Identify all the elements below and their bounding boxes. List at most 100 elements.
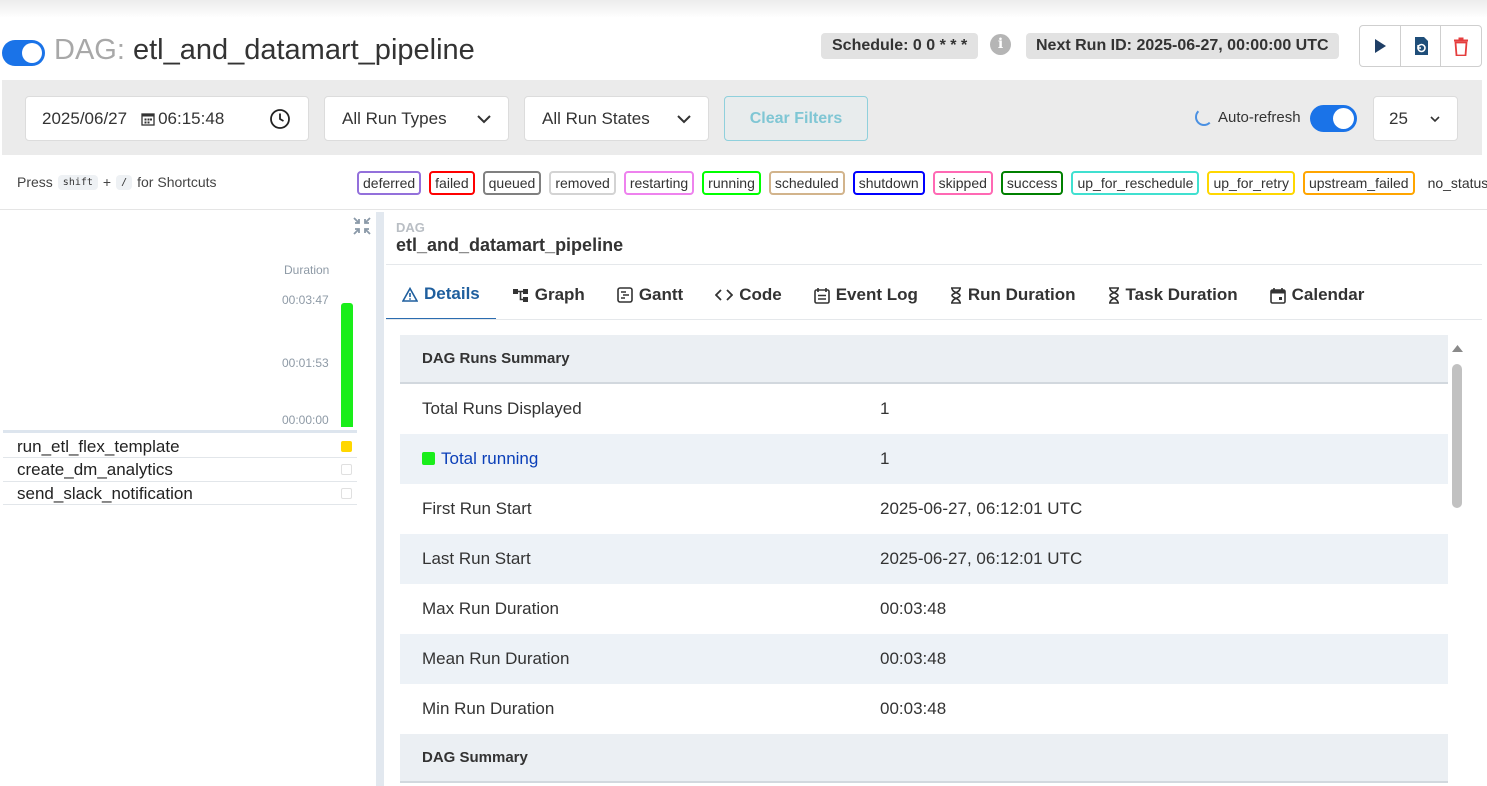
row-value: 1 <box>880 449 890 468</box>
page-title: DAG: etl_and_datamart_pipeline <box>54 34 475 67</box>
state-legend-success[interactable]: success <box>1000 171 1064 195</box>
breadcrumb-label: DAG <box>396 220 425 235</box>
table-row: First Run Start 2025-06-27, 06:12:01 UTC <box>400 484 1448 534</box>
tab-details[interactable]: Details <box>386 270 496 320</box>
state-legend-restarting[interactable]: restarting <box>623 171 695 195</box>
tab-event-log[interactable]: Event Log <box>798 270 934 320</box>
autorefresh-toggle[interactable] <box>1310 105 1357 132</box>
num-runs-select[interactable]: 25 <box>1373 96 1458 141</box>
tab-label: Graph <box>534 285 585 304</box>
duration-tick-zero: 00:00:00 <box>282 413 329 427</box>
scroll-up-arrow-icon[interactable] <box>1451 343 1464 353</box>
state-legend-failed[interactable]: failed <box>429 171 475 195</box>
state-legend-upstream-failed[interactable]: upstream_failed <box>1302 171 1415 195</box>
row-value: 2025-06-27, 06:12:01 UTC <box>880 549 1083 568</box>
table-row: Total running 1 <box>400 434 1448 484</box>
calendar-small-icon <box>141 112 155 126</box>
chevron-down-icon <box>677 115 691 124</box>
state-legend-running[interactable]: running <box>702 171 761 195</box>
legend-row: Press shift + / for Shortcuts deferred fa… <box>0 156 1487 210</box>
pane-resize-handle[interactable] <box>376 212 384 786</box>
task-name-send-slack[interactable]: send_slack_notification <box>17 484 193 504</box>
total-running-link[interactable]: Total running <box>441 449 538 468</box>
base-date-picker[interactable]: 2025/06/27 06:15:48 <box>25 96 309 141</box>
filter-bar: 2025/06/27 06:15:48 All Run Types All Ru… <box>2 80 1482 155</box>
info-icon[interactable]: i <box>990 34 1011 55</box>
clear-filters-button[interactable]: Clear Filters <box>724 96 868 141</box>
top-shadow <box>0 0 1487 18</box>
code-icon <box>715 289 734 301</box>
tab-gantt[interactable]: Gantt <box>601 270 699 320</box>
spinner-icon <box>1195 108 1213 126</box>
duration-tick-top: 00:03:47 <box>282 293 329 307</box>
toggle-knob <box>1333 108 1354 129</box>
row-key: Max Run Duration <box>422 599 560 618</box>
tab-calendar[interactable]: Calendar <box>1254 270 1381 320</box>
shortcuts-hint[interactable]: Press shift + / for Shortcuts <box>17 174 217 190</box>
tabs-divider <box>386 319 1482 320</box>
tab-label: Task Duration <box>1125 285 1238 304</box>
row-divider <box>3 457 357 458</box>
task-instance-status[interactable] <box>341 464 352 475</box>
task-instance-status[interactable] <box>341 441 352 452</box>
tab-graph[interactable]: Graph <box>496 270 601 320</box>
tab-code[interactable]: Code <box>699 270 798 320</box>
table-row: Max Run Duration 00:03:48 <box>400 584 1448 634</box>
state-legend-skipped[interactable]: skipped <box>932 171 993 195</box>
row-key: Min Run Duration <box>422 699 555 718</box>
chevron-down-icon <box>477 115 491 124</box>
breadcrumb-dag-name[interactable]: etl_and_datamart_pipeline <box>396 235 623 256</box>
calendar-icon <box>1269 287 1286 304</box>
table-row: Min Run Duration 00:03:48 <box>400 684 1448 734</box>
row-key-running[interactable]: Total running <box>422 449 538 469</box>
state-legend-removed[interactable]: removed <box>549 171 616 195</box>
event-log-icon <box>813 287 830 304</box>
autorefresh-label-group: Auto-refresh <box>1195 108 1301 126</box>
dag-pause-toggle[interactable] <box>2 40 45 66</box>
kbd-shift: shift <box>57 174 98 190</box>
duration-tick-mid: 00:01:53 <box>282 356 329 370</box>
trigger-dag-button[interactable] <box>1360 26 1401 66</box>
task-name-create-dm[interactable]: create_dm_analytics <box>17 460 173 480</box>
tab-label: Code <box>739 285 782 304</box>
row-value: 00:03:48 <box>880 599 947 618</box>
state-legend-deferred[interactable]: deferred <box>357 171 422 195</box>
run-types-select[interactable]: All Run Types <box>324 96 509 141</box>
state-legend-scheduled[interactable]: scheduled <box>768 171 845 195</box>
row-key: First Run Start <box>422 499 532 518</box>
task-name-run-etl[interactable]: run_etl_flex_template <box>17 437 180 457</box>
state-legend: deferred failed queued removed restarting run… <box>357 171 1487 195</box>
delete-dag-button[interactable] <box>1441 26 1481 66</box>
tab-task-duration[interactable]: Task Duration <box>1092 270 1254 320</box>
run-states-value: All Run States <box>542 108 650 128</box>
tab-run-duration[interactable]: Run Duration <box>934 270 1092 320</box>
num-runs-value: 25 <box>1389 108 1408 128</box>
state-legend-no-status[interactable]: no_status <box>1423 171 1487 195</box>
tab-label: Event Log <box>835 285 918 304</box>
run-duration-bar[interactable] <box>341 303 353 427</box>
state-legend-up-for-reschedule[interactable]: up_for_reschedule <box>1071 171 1200 195</box>
row-value: 00:03:48 <box>880 699 947 718</box>
state-legend-shutdown[interactable]: shutdown <box>852 171 925 195</box>
chevron-down-icon <box>1430 116 1440 123</box>
row-value: 1 <box>880 399 890 418</box>
row-key: Mean Run Duration <box>422 649 570 668</box>
selection-line <box>3 430 357 433</box>
state-legend-up-for-retry[interactable]: up_for_retry <box>1207 171 1295 195</box>
parse-dag-button[interactable] <box>1401 26 1442 66</box>
dag-actions <box>1359 25 1482 67</box>
play-icon <box>1374 39 1386 53</box>
run-states-select[interactable]: All Run States <box>524 96 709 141</box>
table-section-header: DAG Summary <box>400 734 1448 783</box>
row-divider <box>3 504 357 505</box>
table-row: Total Runs Displayed 1 <box>400 384 1448 434</box>
row-divider <box>3 481 357 482</box>
run-types-value: All Run Types <box>342 108 447 128</box>
collapse-icon[interactable] <box>352 216 372 236</box>
details-tabs: Details Graph Gantt Code Event Log Run D… <box>386 270 1380 320</box>
scrollbar-thumb[interactable] <box>1452 364 1462 508</box>
clock-icon <box>270 109 290 129</box>
warning-triangle-icon <box>402 286 418 302</box>
task-instance-status[interactable] <box>341 488 352 499</box>
state-legend-queued[interactable]: queued <box>482 171 542 195</box>
